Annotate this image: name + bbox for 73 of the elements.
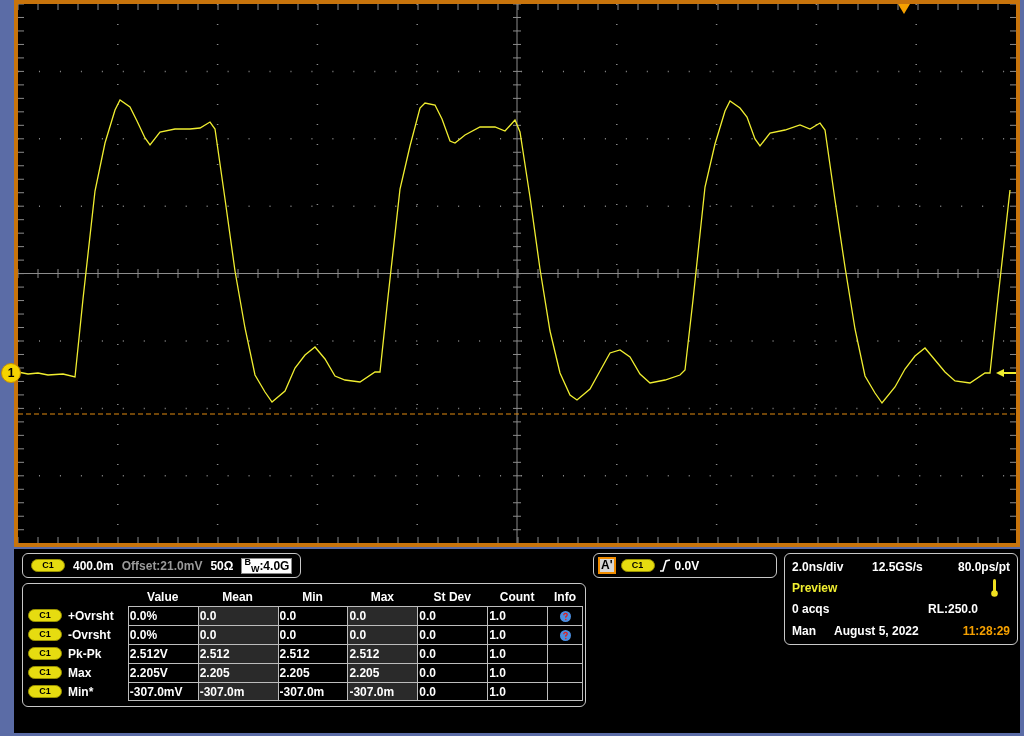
offset-value: Offset:21.0mV	[121, 557, 203, 575]
trigger-mode: Man	[792, 623, 817, 640]
time-per-point: 80.0ps/pt	[957, 559, 1010, 576]
channel-badge: C1	[28, 666, 62, 679]
channel-badge: C1	[31, 559, 65, 572]
table-cell: 2.512	[347, 644, 418, 663]
table-cell: 0.0	[347, 606, 418, 625]
channel-badge: C1	[620, 559, 655, 572]
measurement-name[interactable]: +Ovrsht	[68, 606, 114, 625]
table-cell: 1.0	[487, 644, 548, 663]
channel-marker[interactable]: 1	[1, 363, 21, 383]
column-header: Min	[302, 588, 323, 606]
column-header: Value	[147, 588, 179, 606]
help-icon[interactable]	[559, 610, 571, 622]
table-cell: 2.512	[197, 644, 278, 663]
table-cell: 2.205	[197, 663, 278, 682]
table-cell: 0.0	[417, 644, 488, 663]
column-header: Max	[370, 588, 395, 606]
table-cell: 0.0	[197, 625, 278, 644]
table-cell: -307.0mV	[127, 682, 198, 701]
vertical-readout[interactable]: C1 400.0m Offset:21.0mV 50Ω $^{B}$$_{W}$:4.0G	[22, 553, 301, 578]
thermometer-icon	[991, 579, 998, 597]
channel-badge: C1	[28, 628, 62, 641]
volts-per-div: 400.0m	[73, 557, 114, 575]
sample-rate: 12.5GS/s	[872, 559, 923, 576]
column-header: Count	[499, 588, 535, 606]
rising-edge-icon	[659, 559, 670, 572]
table-cell: -307.0m	[277, 682, 348, 701]
channel-badge: C1	[28, 609, 62, 622]
table-cell: 1.0	[487, 625, 548, 644]
table-cell: 0.0	[417, 682, 488, 701]
channel-badge: C1	[28, 647, 62, 660]
column-header: Mean	[222, 588, 253, 606]
trigger-level-value: 0.0V	[674, 557, 700, 575]
measurement-name[interactable]: Min*	[68, 682, 94, 701]
table-cell: 1.0	[487, 663, 548, 682]
acquisition-count: 0 acqs	[792, 601, 830, 618]
trigger-level-icon[interactable]	[996, 369, 1016, 377]
table-cell: 0.0	[277, 606, 348, 625]
termination-value: 50Ω	[210, 557, 234, 575]
table-cell: -307.0m	[197, 682, 278, 701]
table-cell: 0.0	[417, 663, 488, 682]
column-header: St Dev	[433, 588, 471, 606]
measurement-name[interactable]: Pk-Pk	[68, 644, 102, 663]
table-cell: 1.0	[487, 606, 548, 625]
help-icon[interactable]	[559, 629, 571, 641]
horizontal-scale: 2.0ns/div	[792, 559, 845, 576]
table-cell: 2.512	[277, 644, 348, 663]
table-cell: 0.0	[347, 625, 418, 644]
table-cell: 0.0	[277, 625, 348, 644]
table-cell: 2.205	[277, 663, 348, 682]
date-value: August 5, 2022	[834, 623, 919, 640]
table-cell: 2.205	[347, 663, 418, 682]
column-header: Info	[554, 588, 577, 606]
acquisition-state: Preview	[792, 580, 838, 597]
table-cell: 0.0	[417, 625, 488, 644]
measurement-name[interactable]: -Ovrsht	[68, 625, 111, 644]
timebase-readout[interactable]: 2.0ns/div 12.5GS/s 80.0ps/pt Preview 0 acqs RL:250.0 Man August 5, 2022 11:28:29	[784, 553, 1018, 645]
table-cell: 0.0%	[127, 625, 198, 644]
table-cell: 2.205V	[127, 663, 198, 682]
table-cell: 0.0	[197, 606, 278, 625]
table-cell: 0.0	[417, 606, 488, 625]
trigger-position-icon[interactable]	[898, 4, 910, 14]
table-cell: -307.0m	[347, 682, 418, 701]
measurement-name[interactable]: Max	[68, 663, 92, 682]
channel-badge: C1	[28, 685, 62, 698]
trigger-readout[interactable]: A' C1 0.0V	[593, 553, 777, 578]
record-length: RL:250.0	[927, 601, 978, 618]
table-cell: 1.0	[487, 682, 548, 701]
table-cell: 2.512V	[127, 644, 198, 663]
table-cell: 0.0%	[127, 606, 198, 625]
time-value: 11:28:29	[962, 623, 1010, 640]
trigger-mode-label: A'	[598, 557, 616, 574]
